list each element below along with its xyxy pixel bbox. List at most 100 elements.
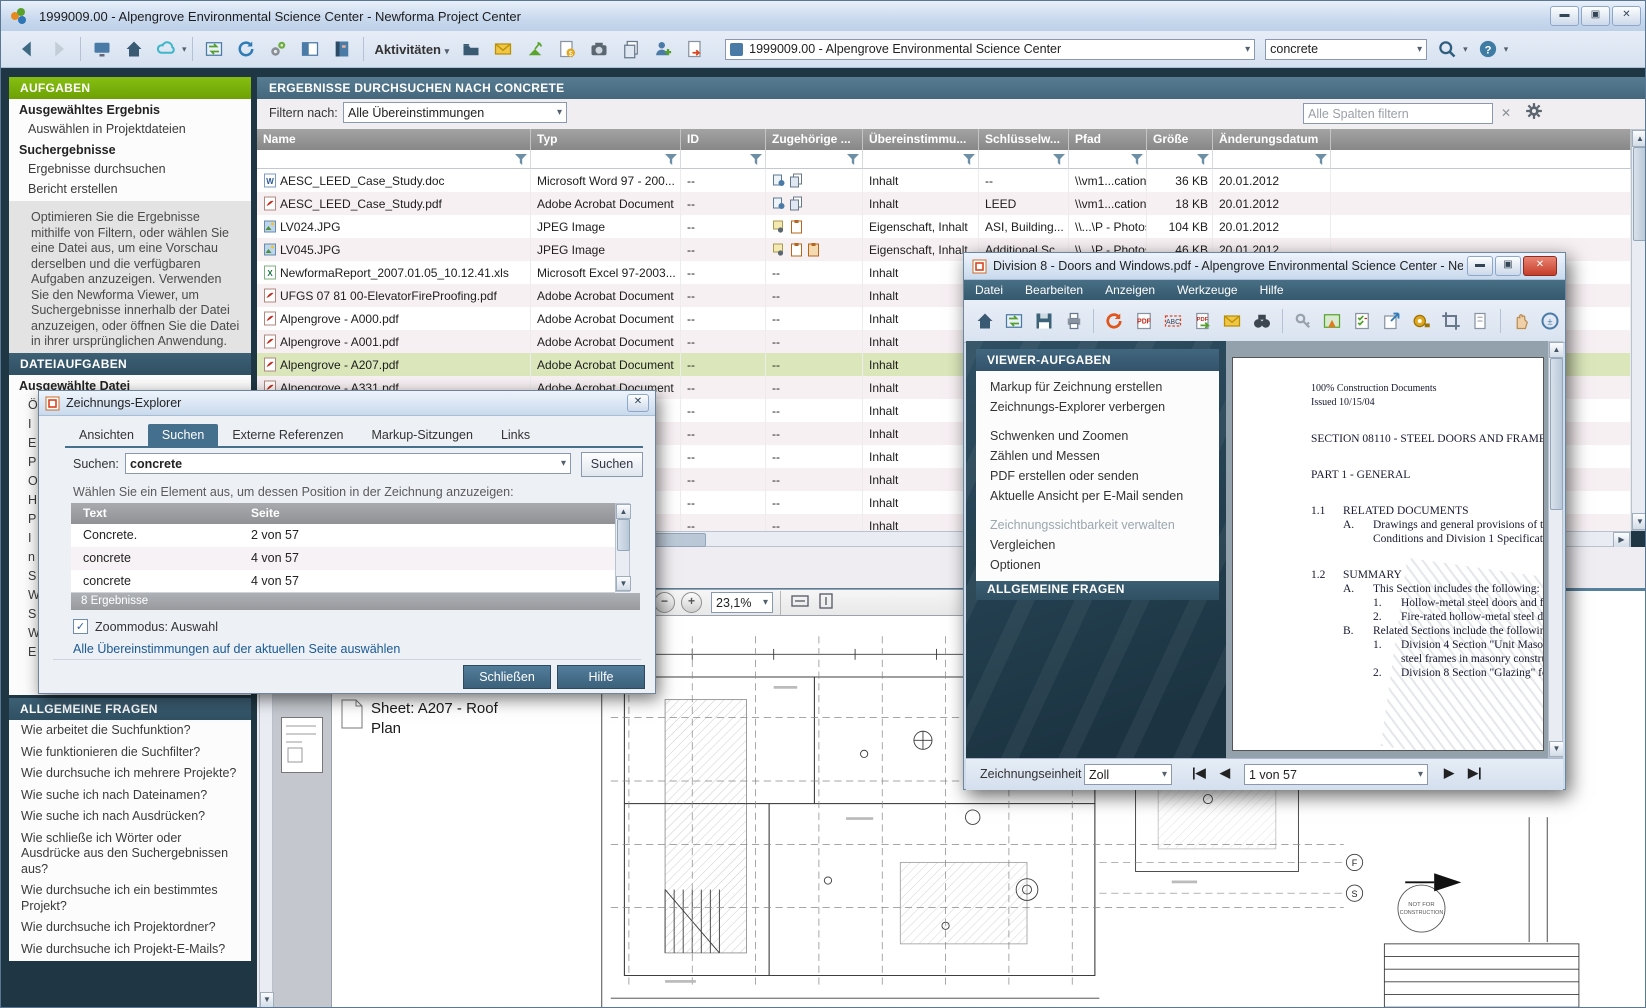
viewer-task-link[interactable]: Aktuelle Ansicht per E-Mail senden: [976, 486, 1219, 506]
help-dropdown-caret[interactable]: ▾: [1504, 44, 1509, 55]
faq-link[interactable]: Wie suche ich nach Ausdrücken?: [9, 806, 251, 828]
viewer-task-link[interactable]: Vergleichen: [976, 535, 1219, 555]
column-filter-funnel-icon[interactable]: [1213, 150, 1331, 169]
faq-link[interactable]: Wie durchsuche ich ein bestimmtes Projek…: [9, 880, 251, 917]
checklist-icon[interactable]: [1350, 308, 1374, 334]
column-header[interactable]: Änderungsdatum: [1213, 129, 1331, 150]
project-email-icon[interactable]: [490, 36, 516, 62]
help-icon[interactable]: ?: [1475, 36, 1501, 62]
viewer-task-link[interactable]: Schwenken und Zoomen: [976, 426, 1219, 446]
save-icon[interactable]: [1032, 308, 1056, 334]
sheet-thumbnail[interactable]: [281, 717, 323, 773]
publish-antenna-icon[interactable]: [522, 36, 548, 62]
column-filter-funnel-icon[interactable]: [766, 150, 863, 169]
table-v-scrollbar[interactable]: ▲ ▼: [1631, 129, 1646, 531]
switch-view-icon[interactable]: [1003, 308, 1027, 334]
settings-gears-icon[interactable]: [265, 36, 291, 62]
zoom-out-button[interactable]: −: [654, 592, 675, 613]
camera-icon[interactable]: [586, 36, 612, 62]
mail-send-icon[interactable]: [1221, 308, 1245, 334]
home-icon[interactable]: [973, 308, 997, 334]
faq-link[interactable]: Wie funktionieren die Suchfilter?: [9, 742, 251, 764]
filter-dropdown[interactable]: Alle Übereinstimmungen▾: [343, 102, 567, 123]
dialog-column-header[interactable]: Text: [71, 503, 239, 524]
minimize-button[interactable]: ▬: [1550, 6, 1579, 26]
panel-view-icon[interactable]: [297, 36, 323, 62]
column-settings-gear-icon[interactable]: [1525, 102, 1543, 125]
key-icon[interactable]: [1291, 308, 1315, 334]
switch-view-icon[interactable]: [201, 36, 227, 62]
folder-icon[interactable]: [458, 36, 484, 62]
activities-menu[interactable]: Aktivitäten ▾: [375, 42, 450, 57]
column-header[interactable]: Übereinstimmu...: [863, 129, 979, 150]
dialog-tab-ansichten[interactable]: Ansichten: [65, 424, 148, 446]
dialog-search-button[interactable]: Suchen: [581, 452, 643, 477]
last-page-icon[interactable]: ▶|: [1468, 765, 1482, 781]
select-all-matches-link[interactable]: Alle Übereinstimmungen auf der aktuellen…: [73, 642, 400, 656]
column-header[interactable]: Name: [257, 129, 531, 150]
refresh-orange-icon[interactable]: [1102, 308, 1126, 334]
column-header[interactable]: Zugehörige ...: [766, 129, 863, 150]
viewer-scrollbar[interactable]: ▲ ▼: [1548, 341, 1563, 758]
column-header[interactable]: Typ: [531, 129, 681, 150]
viewer-menu-hilfe[interactable]: Hilfe: [1249, 283, 1295, 297]
viewer-menu-bearbeiten[interactable]: Bearbeiten: [1014, 283, 1094, 297]
column-filter-funnel-icon[interactable]: [979, 150, 1069, 169]
faq-link[interactable]: Wie schließe ich Wörter oder Ausdrücke a…: [9, 828, 251, 881]
faq-link[interactable]: Wie arbeitet die Suchfunktion?: [9, 720, 251, 742]
next-page-icon[interactable]: ▶: [1444, 765, 1454, 781]
print-icon[interactable]: [1062, 308, 1086, 334]
column-filter-funnel-icon[interactable]: [1069, 150, 1147, 169]
image-markup-icon[interactable]: [1320, 308, 1344, 334]
dialog-tab-links[interactable]: Links: [487, 424, 544, 446]
column-filter-funnel-icon[interactable]: [257, 150, 531, 169]
crop-icon[interactable]: [1439, 308, 1463, 334]
viewer-minimize-button[interactable]: ▬: [1467, 256, 1493, 276]
my-computer-icon[interactable]: [89, 36, 115, 62]
dialog-close-icon[interactable]: ✕: [627, 394, 649, 412]
measure-icon[interactable]: [1409, 308, 1433, 334]
viewer-task-link[interactable]: Zählen und Messen: [976, 446, 1219, 466]
copy-files-icon[interactable]: [618, 36, 644, 62]
dialog-tab-externe-referenzen[interactable]: Externe Referenzen: [218, 424, 357, 446]
viewer-task-link[interactable]: Optionen: [976, 555, 1219, 575]
viewer-task-link[interactable]: Markup für Zeichnung erstellen: [976, 377, 1219, 397]
faq-link[interactable]: Wie durchsuche ich Projekt-E-Mails?: [9, 939, 251, 961]
column-filter-funnel-icon[interactable]: [681, 150, 766, 169]
viewer-task-link[interactable]: PDF erstellen oder senden: [976, 466, 1219, 486]
unit-select[interactable]: Zoll▾: [1084, 764, 1172, 785]
close-button[interactable]: ✕: [1612, 6, 1641, 26]
invoice-doc-icon[interactable]: $: [554, 36, 580, 62]
dialog-result-row[interactable]: Concrete.2 von 57: [71, 524, 615, 547]
zoom-level-select[interactable]: 23,1%▾: [711, 592, 773, 613]
binoculars-icon[interactable]: [1250, 308, 1274, 334]
maximize-button[interactable]: ▣: [1581, 6, 1610, 26]
search-dropdown-caret[interactable]: ▾: [1463, 44, 1468, 55]
dialog-tab-suchen[interactable]: Suchen: [148, 424, 218, 446]
task-link[interactable]: Ergebnisse durchsuchen: [9, 159, 251, 179]
refresh-icon[interactable]: [233, 36, 259, 62]
contacts-book-icon[interactable]: [329, 36, 355, 62]
dialog-result-row[interactable]: concrete4 von 57: [71, 547, 615, 570]
fit-page-icon[interactable]: [819, 593, 833, 612]
dialog-column-header[interactable]: Seite: [239, 503, 324, 524]
hand-icon[interactable]: [1509, 308, 1533, 334]
viewer-task-link[interactable]: Zeichnungs-Explorer verbergen: [976, 397, 1219, 417]
result-row[interactable]: LV024.JPGJPEG Image--Eigenschaft, Inhalt…: [257, 215, 1631, 238]
open-new-icon[interactable]: [1380, 308, 1404, 334]
search-icon[interactable]: [1434, 36, 1460, 62]
add-contact-icon[interactable]: [650, 36, 676, 62]
forward-icon[interactable]: [46, 36, 72, 62]
column-header[interactable]: Schlüsselw...: [979, 129, 1069, 150]
pdf-export-icon[interactable]: PDF: [1191, 308, 1215, 334]
column-header[interactable]: ID: [681, 129, 766, 150]
zoom-in-button[interactable]: +: [681, 592, 702, 613]
faq-link[interactable]: Wie durchsuche ich Projektordner?: [9, 917, 251, 939]
transfer-doc-icon[interactable]: [682, 36, 708, 62]
viewer-maximize-button[interactable]: ▣: [1495, 256, 1521, 276]
dialog-result-row[interactable]: concrete4 von 57: [71, 570, 615, 593]
zoom-plusminus-icon[interactable]: ±: [1538, 308, 1562, 334]
task-link[interactable]: Auswählen in Projektdateien: [9, 119, 251, 139]
viewer-close-button[interactable]: ✕: [1523, 256, 1557, 276]
zoom-mode-checkbox[interactable]: ✓: [73, 619, 88, 634]
